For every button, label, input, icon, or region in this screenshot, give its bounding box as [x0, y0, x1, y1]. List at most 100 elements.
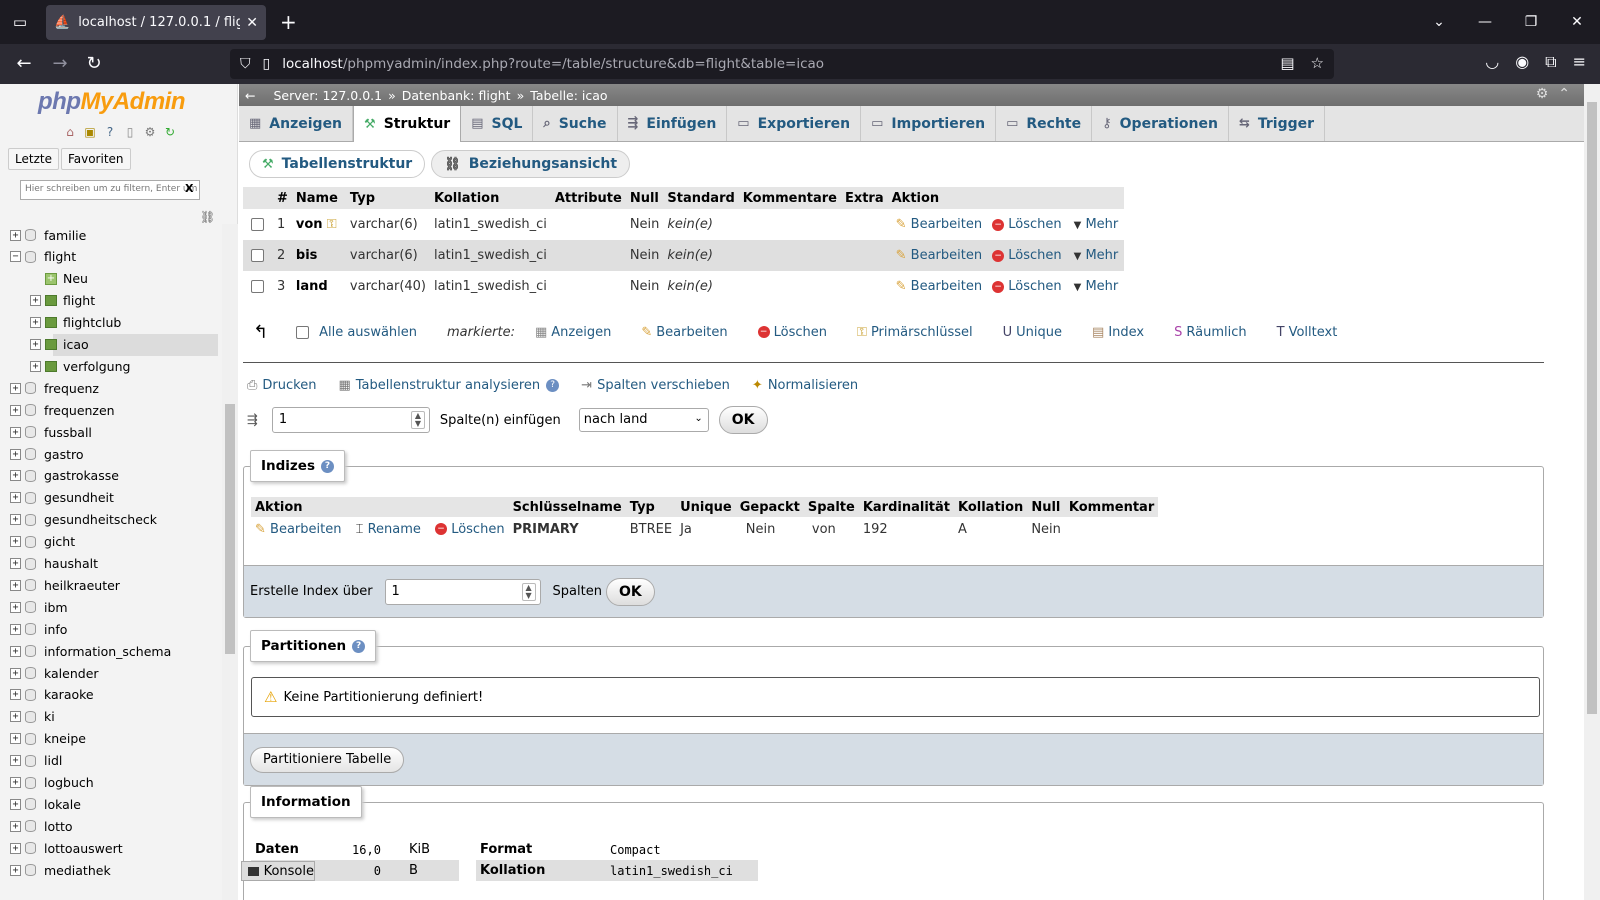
breadcrumb-server[interactable]: Server: 127.0.0.1: [273, 88, 382, 103]
close-tab-icon[interactable]: ✕: [246, 15, 258, 31]
phpmyadmin-logo[interactable]: phpMyAdmin: [38, 88, 185, 116]
subtab-table-structure[interactable]: ⚒ Tabellenstruktur: [249, 150, 426, 178]
expand-icon[interactable]: +: [10, 492, 21, 504]
spinner-icon[interactable]: ▲ ▼: [521, 582, 536, 601]
tree-item[interactable]: + gicht: [10, 531, 75, 553]
index-edit-button[interactable]: ✎ Bearbeiten: [255, 522, 341, 537]
reload-icon[interactable]: ↻: [82, 52, 106, 76]
breadcrumb-database[interactable]: Datenbank: flight: [402, 88, 511, 103]
account-icon[interactable]: ◉: [1515, 52, 1529, 72]
tree-item[interactable]: + karaoke: [10, 684, 94, 706]
expand-icon[interactable]: +: [10, 842, 21, 854]
index-delete-button[interactable]: − Löschen: [435, 522, 505, 537]
select-all-checkbox[interactable]: [296, 325, 310, 339]
expand-icon[interactable]: +: [10, 470, 21, 482]
home-icon[interactable]: ⌂: [62, 124, 78, 140]
tab-privileges[interactable]: ▭ Rechte: [996, 106, 1093, 141]
browser-tab[interactable]: ⛵ localhost / 127.0.0.1 / flight / icao …: [46, 5, 266, 40]
minimize-icon[interactable]: —: [1462, 0, 1508, 44]
window-close-icon[interactable]: ✕: [1554, 0, 1600, 44]
expand-icon[interactable]: +: [10, 733, 21, 745]
analyze-link[interactable]: ▦ Tabellenstruktur analysieren?: [338, 378, 560, 393]
bulk-delete-button[interactable]: − Löschen: [757, 325, 827, 340]
shield-icon[interactable]: ⛉: [240, 56, 251, 72]
favorites-tab[interactable]: Favoriten: [60, 148, 131, 170]
expand-icon[interactable]: +: [10, 667, 21, 679]
tree-item[interactable]: + lidl: [10, 750, 62, 772]
expand-icon[interactable]: +: [10, 514, 21, 526]
tree-item[interactable]: + familie: [10, 224, 86, 246]
bulk-fulltext-button[interactable]: T Volltext: [1277, 325, 1338, 340]
tab-structure[interactable]: ⚒ Struktur: [353, 106, 462, 142]
forward-icon[interactable]: →: [48, 52, 72, 76]
more-button[interactable]: ▼ Mehr: [1074, 248, 1119, 263]
new-tab-icon[interactable]: +: [280, 10, 297, 34]
edit-button[interactable]: ✎ Bearbeiten: [896, 248, 982, 263]
expand-icon[interactable]: +: [10, 579, 21, 591]
settings-icon[interactable]: ⚙: [1536, 86, 1549, 102]
tree-item[interactable]: + information_schema: [10, 640, 171, 662]
expand-icon[interactable]: +: [10, 711, 21, 723]
tree-item[interactable]: + haushalt: [10, 553, 98, 575]
tree-item-selected-row[interactable]: + icao: [30, 334, 89, 356]
indexes-legend[interactable]: Indizes?: [250, 450, 345, 482]
partition-table-button[interactable]: Partitioniere Tabelle: [250, 746, 405, 773]
tree-item[interactable]: + info: [10, 618, 67, 640]
select-all-label[interactable]: Alle auswählen: [319, 325, 417, 340]
tree-item[interactable]: + gastro: [10, 443, 84, 465]
expand-icon[interactable]: +: [10, 645, 21, 657]
expand-icon[interactable]: +: [10, 777, 21, 788]
expand-icon[interactable]: +: [30, 317, 41, 329]
normalize-link[interactable]: ✦ Normalisieren: [752, 378, 858, 393]
expand-icon[interactable]: +: [10, 601, 21, 613]
edit-button[interactable]: ✎ Bearbeiten: [896, 217, 982, 232]
console-button[interactable]: Konsole: [241, 861, 315, 881]
subtab-relation-view[interactable]: ⛓ Beziehungsansicht: [431, 150, 631, 178]
row-checkbox[interactable]: [251, 249, 264, 262]
collapse-icon[interactable]: −: [10, 251, 21, 263]
information-legend[interactable]: Information: [250, 786, 362, 818]
tree-item[interactable]: − flight: [10, 246, 76, 268]
add-column-ok-button[interactable]: OK: [718, 406, 768, 434]
expand-icon[interactable]: +: [10, 755, 21, 767]
tab-triggers[interactable]: ⇆ Trigger: [1229, 106, 1326, 141]
expand-icon[interactable]: +: [30, 339, 41, 350]
tree-item[interactable]: + gastrokasse: [10, 465, 119, 487]
edit-button[interactable]: ✎ Bearbeiten: [896, 279, 982, 294]
tree-item[interactable]: + ibm: [10, 596, 68, 618]
bulk-spatial-button[interactable]: S Räumlich: [1174, 325, 1247, 340]
expand-icon[interactable]: +: [10, 404, 21, 416]
sidebar-scrollbar[interactable]: [222, 224, 238, 900]
settings-icon[interactable]: ⚙: [142, 124, 158, 140]
bulk-edit-button[interactable]: ✎ Bearbeiten: [641, 325, 727, 340]
tree-item[interactable]: + mediathek: [10, 859, 111, 881]
tree-item[interactable]: + lokale: [10, 793, 81, 815]
main-scrollbar[interactable]: [1584, 84, 1600, 900]
tree-item[interactable]: + gesundheit: [10, 487, 114, 509]
recent-tab[interactable]: Letzte: [8, 148, 59, 170]
expand-icon[interactable]: +: [10, 382, 21, 394]
create-index-ok-button[interactable]: OK: [605, 577, 655, 606]
tree-item[interactable]: + verfolgung: [30, 355, 130, 377]
tree-item[interactable]: + lotto: [10, 815, 73, 837]
logout-icon[interactable]: ▣: [82, 124, 98, 140]
row-checkbox[interactable]: [251, 218, 264, 231]
tab-browse[interactable]: ▦ Anzeigen: [239, 106, 354, 141]
expand-icon[interactable]: +: [30, 295, 41, 307]
tab-export[interactable]: ▭ Exportieren: [727, 106, 862, 141]
docs-icon[interactable]: ▯: [122, 124, 138, 140]
spinner-icon[interactable]: ▲ ▼: [410, 411, 425, 429]
expand-icon[interactable]: +: [10, 623, 21, 635]
pocket-icon[interactable]: ◡: [1485, 52, 1499, 72]
print-link[interactable]: ⎙ Drucken: [247, 378, 316, 393]
tree-item[interactable]: + logbuch: [10, 772, 94, 794]
collapse-icon[interactable]: ⌃: [1558, 86, 1570, 102]
tree-item[interactable]: + kalender: [10, 662, 99, 684]
add-column-position-select[interactable]: nach land ⌄: [578, 408, 709, 432]
extensions-icon[interactable]: ⧉: [1545, 52, 1556, 72]
tab-list-icon[interactable]: ▭: [10, 12, 30, 32]
create-index-count-input[interactable]: 1 ▲ ▼: [384, 578, 541, 605]
expand-icon[interactable]: +: [10, 536, 21, 548]
tab-insert[interactable]: ⇶ Einfügen: [618, 106, 728, 141]
back-icon[interactable]: ←: [12, 52, 36, 76]
